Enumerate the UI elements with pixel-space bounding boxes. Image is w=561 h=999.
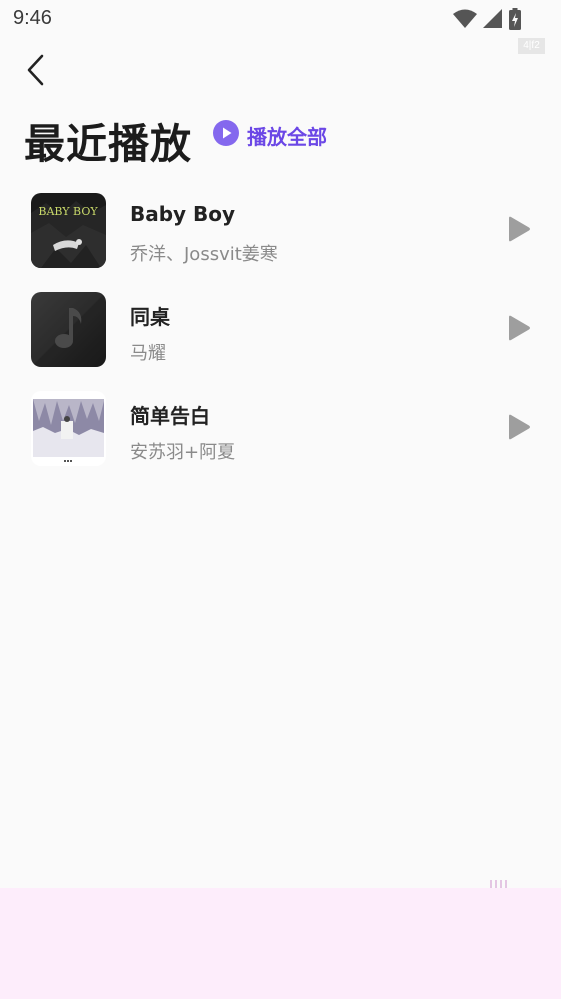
status-icons bbox=[453, 8, 521, 30]
debug-corner-tag: 4|f2 bbox=[518, 38, 545, 54]
song-title: 同桌 bbox=[130, 305, 170, 329]
page-title: 最近播放 bbox=[24, 120, 192, 168]
artifact-mark bbox=[505, 880, 507, 888]
song-artist: 马耀 bbox=[130, 343, 166, 364]
song-artist: 安苏羽+阿夏 bbox=[130, 442, 236, 463]
play-song-button[interactable] bbox=[505, 414, 533, 444]
status-bar: 9:46 4|f2 bbox=[0, 0, 561, 54]
recent-plays-screen: 9:46 4|f2 最近播放 播放全部 BABY BOY Baby Boy 乔洋… bbox=[0, 0, 561, 999]
status-time: 9:46 bbox=[13, 7, 52, 29]
artifact-mark bbox=[500, 880, 502, 888]
play-icon bbox=[507, 216, 531, 246]
play-icon bbox=[507, 315, 531, 345]
chevron-left-icon bbox=[26, 54, 46, 90]
play-circle-icon bbox=[213, 120, 239, 150]
play-song-button[interactable] bbox=[505, 216, 533, 246]
default-music-note-cover bbox=[31, 292, 106, 367]
song-title: Baby Boy bbox=[130, 202, 236, 226]
winter-scene-cover bbox=[31, 391, 106, 466]
song-row[interactable]: BABY BOY Baby Boy 乔洋、Jossvit姜寒 bbox=[0, 186, 561, 285]
song-artist: 乔洋、Jossvit姜寒 bbox=[130, 244, 278, 265]
wifi-icon bbox=[453, 9, 477, 29]
cellular-signal-icon bbox=[483, 9, 503, 29]
cover-text: BABY BOY bbox=[38, 205, 98, 218]
bottom-artifacts bbox=[490, 880, 546, 888]
song-row[interactable]: 简单告白 安苏羽+阿夏 bbox=[0, 384, 561, 483]
artifact-mark bbox=[490, 880, 492, 888]
play-icon bbox=[507, 414, 531, 444]
baby-boy-cover: BABY BOY bbox=[31, 193, 106, 268]
play-all-label: 播放全部 bbox=[247, 124, 327, 149]
song-row[interactable]: 同桌 马耀 bbox=[0, 285, 561, 384]
play-all-button[interactable]: 播放全部 bbox=[213, 120, 327, 150]
song-title: 简单告白 bbox=[130, 404, 210, 428]
bottom-player-area bbox=[0, 888, 561, 999]
back-button[interactable] bbox=[18, 54, 54, 90]
song-list: BABY BOY Baby Boy 乔洋、Jossvit姜寒 同桌 马耀 简单告… bbox=[0, 186, 561, 483]
artifact-mark bbox=[495, 880, 497, 888]
play-song-button[interactable] bbox=[505, 315, 533, 345]
battery-charging-icon bbox=[509, 8, 521, 30]
